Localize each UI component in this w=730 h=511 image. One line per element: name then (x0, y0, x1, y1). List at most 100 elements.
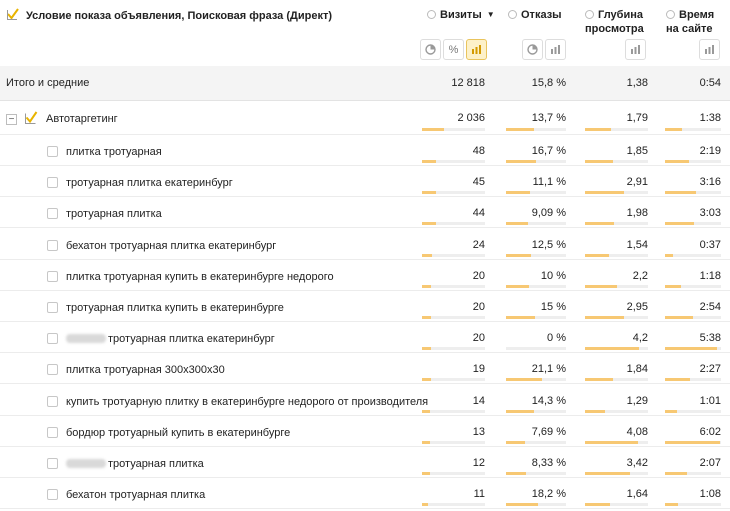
depth-bar-view-button[interactable] (625, 39, 646, 60)
row-time-bar (665, 441, 721, 444)
row-label-text: тротуарная плитка (108, 458, 204, 470)
row-time-bar-fill (665, 410, 678, 413)
row-checkbox[interactable] (47, 489, 58, 500)
group-time-bar (665, 128, 721, 131)
row-checkbox[interactable] (47, 333, 58, 344)
redacted-word (66, 334, 106, 343)
sort-desc-icon[interactable]: ▼ (487, 10, 495, 19)
row-visits-bar (422, 191, 485, 194)
row-checkbox[interactable] (47, 302, 58, 313)
table-row[interactable]: тротуарная плитка екатеринбург 45 11,1 % 2,… (0, 166, 730, 197)
bar-view-button[interactable] (466, 39, 487, 60)
row-depth-bar-fill (585, 347, 640, 350)
dimension-column-title[interactable]: Условие показа объявления, Поисковая фра… (26, 10, 332, 22)
help-icon[interactable] (508, 10, 517, 19)
row-checkbox[interactable] (47, 458, 58, 469)
table-row[interactable]: плитка тротуарная 300х300х30 19 21,1 % 1,84… (0, 353, 730, 384)
table-row[interactable]: купить тротуарную плитку в екатеринбурге… (0, 385, 730, 416)
group-checkmark-icon[interactable] (25, 111, 38, 124)
column-visits[interactable]: Визиты ▼ (427, 8, 495, 22)
row-time-bar (665, 410, 721, 413)
table-row[interactable]: бехатон тротуарная плитка екатеринбург 24… (0, 229, 730, 260)
row-visits: 20 (472, 332, 485, 344)
row-visits-bar-fill (422, 441, 430, 444)
row-bounce-bar (506, 472, 566, 475)
row-time-bar (665, 160, 721, 163)
row-depth-bar (585, 410, 648, 413)
table-row[interactable]: плитка тротуарная 48 16,7 % 1,85 2:19 (0, 135, 730, 166)
row-time-bar (665, 503, 721, 506)
row-time-bar (665, 347, 721, 350)
row-checkbox[interactable] (47, 240, 58, 251)
row-bounce-bar (506, 191, 566, 194)
group-row-autotargeting[interactable]: − Автотаргетинг 2 036 13,7 % 1,79 1:38 (0, 101, 730, 135)
redacted-word (66, 459, 106, 468)
row-time-bar-fill (665, 160, 689, 163)
row-bounce-bar (506, 347, 566, 350)
column-depth-label-1: Глубина (598, 9, 643, 21)
column-depth[interactable]: Глубина просмотра (585, 8, 644, 36)
row-depth-bar (585, 347, 648, 350)
bounce-bar-view-button[interactable] (545, 39, 566, 60)
group-visits: 2 036 (457, 112, 485, 124)
row-label: бехатон тротуарная плитка (66, 489, 205, 501)
row-bounce: 21,1 % (531, 363, 566, 375)
table-row[interactable]: тротуарная плитка 44 9,09 % 1,98 3:03 (0, 197, 730, 228)
totals-time: 0:54 (699, 77, 721, 89)
group-depth-bar (585, 128, 648, 131)
row-depth-bar-fill (585, 378, 613, 381)
group-bounce-bar (506, 128, 566, 131)
row-label: плитка тротуарная (66, 146, 162, 158)
help-icon[interactable] (666, 10, 675, 19)
row-visits-bar-fill (422, 472, 430, 475)
row-label-text: тротуарная плитка купить в екатеринбурге (66, 302, 284, 314)
row-visits: 44 (472, 207, 485, 219)
row-checkbox[interactable] (47, 427, 58, 438)
row-depth-bar-fill (585, 503, 611, 506)
row-checkbox[interactable] (47, 364, 58, 375)
row-depth: 2,95 (626, 301, 648, 313)
row-time: 3:03 (699, 207, 721, 219)
bounce-pie-view-button[interactable] (522, 39, 543, 60)
row-visits: 45 (472, 176, 485, 188)
row-time-bar (665, 378, 721, 381)
row-checkbox[interactable] (47, 271, 58, 282)
help-icon[interactable] (585, 10, 594, 19)
row-visits-bar-fill (422, 254, 433, 257)
collapse-toggle[interactable]: − (6, 114, 17, 125)
row-bounce-bar (506, 503, 566, 506)
row-time-bar (665, 191, 721, 194)
row-time: 6:02 (699, 426, 721, 438)
group-time: 1:38 (699, 112, 721, 124)
group-time-bar-fill (665, 128, 682, 131)
help-icon[interactable] (427, 10, 436, 19)
time-bar-view-button[interactable] (699, 39, 720, 60)
row-checkbox[interactable] (47, 177, 58, 188)
row-depth: 1,29 (626, 395, 648, 407)
row-time: 2:19 (699, 145, 721, 157)
row-checkbox[interactable] (47, 396, 58, 407)
row-visits: 12 (472, 457, 485, 469)
totals-row: Итого и средние 12 818 15,8 % 1,38 0:54 (0, 66, 730, 101)
row-time: 2:27 (699, 363, 721, 375)
table-row[interactable]: бордюр тротуарный купить в екатеринбурге… (0, 416, 730, 447)
table-row[interactable]: тротуарная плитка купить в екатеринбурге… (0, 291, 730, 322)
totals-depth: 1,38 (626, 77, 648, 89)
row-bounce: 18,2 % (531, 488, 566, 500)
pie-chart-icon (425, 44, 436, 55)
pie-view-button[interactable] (420, 39, 441, 60)
row-checkbox[interactable] (47, 208, 58, 219)
row-visits-bar-fill (422, 285, 431, 288)
row-visits-bar-fill (422, 410, 430, 413)
row-label-text: купить тротуарную плитку в екатеринбурге… (66, 396, 429, 408)
column-bounce[interactable]: Отказы (508, 8, 562, 22)
select-all-checkmark-icon[interactable] (7, 8, 19, 20)
table-row[interactable]: плитка тротуарная купить в екатеринбурге… (0, 260, 730, 291)
row-depth: 1,84 (626, 363, 648, 375)
table-row[interactable]: тротуарная плитка екатеринбург 20 0 % 4,2 5:… (0, 322, 730, 353)
column-time[interactable]: Время на сайте (666, 8, 714, 36)
table-row[interactable]: бехатон тротуарная плитка 11 18,2 % 1,64 1:0… (0, 478, 730, 509)
percent-view-button[interactable]: % (443, 39, 464, 60)
table-row[interactable]: тротуарная плитка 12 8,33 % 3,42 2:07 (0, 447, 730, 478)
row-checkbox[interactable] (47, 146, 58, 157)
